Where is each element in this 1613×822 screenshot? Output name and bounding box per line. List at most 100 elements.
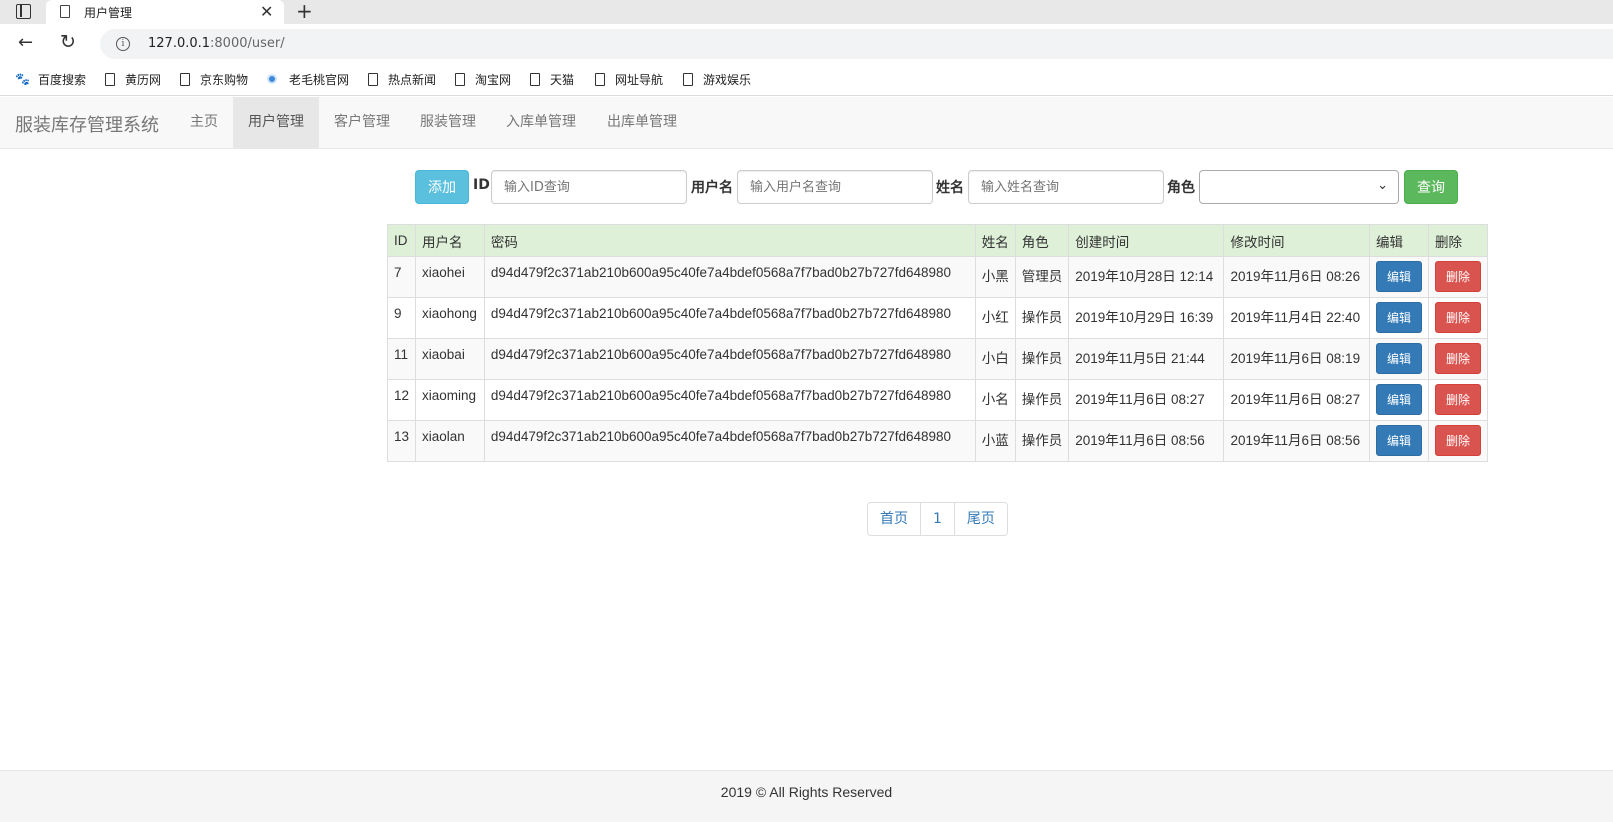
cell-name: 小白 [974,338,1016,380]
new-tab-icon[interactable]: + [296,0,313,23]
cell-username: xiaoming [415,379,485,421]
nav-item-outbound[interactable]: 出库单管理 [592,97,692,148]
cell-created: 2019年10月28日 12:14 [1068,256,1225,298]
page-icon [683,72,693,86]
cell-password: d94d479f2c371ab210b600a95c40fe7a4bdef056… [483,338,976,380]
cell-delete: 删除 [1427,420,1489,462]
page-last[interactable]: 尾页 [953,503,1007,535]
header-edit: 编辑 [1368,224,1429,257]
page-icon [455,72,465,86]
bookmark-item[interactable]: 游戏娱乐 [683,69,751,89]
delete-button[interactable]: 删除 [1434,302,1481,333]
cell-delete: 删除 [1427,297,1489,339]
edit-button[interactable]: 编辑 [1375,302,1422,333]
bookmark-item[interactable]: 老毛桃官网 [265,69,349,89]
cell-edit: 编辑 [1368,379,1429,421]
page-icon [105,72,115,86]
page-icon [368,72,378,86]
table-row: 13 xiaolan d94d479f2c371ab210b600a95c40f… [386,420,1489,462]
cell-role: 操作员 [1014,297,1070,339]
cell-created: 2019年11月6日 08:56 [1068,420,1225,462]
delete-button[interactable]: 删除 [1434,384,1481,415]
cell-password: d94d479f2c371ab210b600a95c40fe7a4bdef056… [483,379,976,421]
table-row: 12 xiaoming d94d479f2c371ab210b600a95c40… [386,379,1489,421]
baidu-paw-icon: 🐾 [15,71,30,86]
browser-tab[interactable]: 用户管理 ✕ [46,0,284,24]
cell-delete: 删除 [1427,379,1489,421]
browser-tabstrip: 用户管理 ✕ + [0,0,1613,24]
username-search-input[interactable] [737,170,933,204]
cell-modified: 2019年11月6日 08:26 [1223,256,1370,298]
cell-username: xiaohei [415,256,485,298]
cell-modified: 2019年11月6日 08:56 [1223,420,1370,462]
close-icon[interactable]: ✕ [260,2,273,21]
cell-created: 2019年11月5日 21:44 [1068,338,1225,380]
footer-text: 2019 © All Rights Reserved [720,784,893,800]
table-row: 11 xiaobai d94d479f2c371ab210b600a95c40f… [386,338,1489,380]
edit-button[interactable]: 编辑 [1375,384,1422,415]
delete-button[interactable]: 删除 [1434,261,1481,292]
window-menu-icon[interactable] [16,4,31,19]
chevron-down-icon: ⌄ [1377,178,1388,193]
url-input[interactable]: i 127.0.0.1:8000/user/ [100,29,1613,59]
name-search-input[interactable] [968,170,1164,204]
cell-username: xiaobai [415,338,485,380]
edit-button[interactable]: 编辑 [1375,261,1422,292]
add-button[interactable]: 添加 [415,170,469,204]
nav-item-users[interactable]: 用户管理 [233,97,319,148]
cell-id: 12 [386,379,417,421]
info-icon[interactable]: i [116,37,130,51]
delete-button[interactable]: 删除 [1434,343,1481,374]
header-password: 密码 [483,224,976,257]
nav-item-clothing[interactable]: 服装管理 [405,97,491,148]
username-label: 用户名 [691,180,733,196]
cell-id: 13 [386,420,417,462]
role-select[interactable]: ⌄ [1199,170,1399,204]
reload-icon[interactable]: ↻ [60,31,76,53]
bookmark-item[interactable]: 网址导航 [595,69,663,89]
id-search-input[interactable] [491,170,687,204]
cell-edit: 编辑 [1368,420,1429,462]
pagination: 首页 1 尾页 [867,502,1008,536]
bookmark-item[interactable]: 黄历网 [105,69,161,89]
cell-created: 2019年10月29日 16:39 [1068,297,1225,339]
bookmark-item[interactable]: 天猫 [530,69,574,89]
nav-item-home[interactable]: 主页 [175,97,233,148]
bookmarks-bar: 🐾 百度搜索 黄历网 京东购物 老毛桃官网 热点新闻 淘宝网 天猫 网址导航 游戏… [0,64,1613,96]
table-header-row: ID 用户名 密码 姓名 角色 创建时间 修改时间 编辑 删除 [386,224,1489,257]
cell-password: d94d479f2c371ab210b600a95c40fe7a4bdef056… [483,297,976,339]
page-first[interactable]: 首页 [868,503,920,535]
page-icon [180,72,190,86]
header-username: 用户名 [415,224,485,257]
page-icon [60,5,70,18]
edit-button[interactable]: 编辑 [1375,343,1422,374]
header-created: 创建时间 [1068,224,1225,257]
footer: 2019 © All Rights Reserved [0,770,1613,822]
cell-role: 管理员 [1014,256,1070,298]
address-bar-row: ← ↻ i 127.0.0.1:8000/user/ [0,24,1613,64]
user-table: ID 用户名 密码 姓名 角色 创建时间 修改时间 编辑 删除 7 xiaohe… [386,224,1489,462]
bookmark-item[interactable]: 热点新闻 [368,69,436,89]
nav-item-customers[interactable]: 客户管理 [319,97,405,148]
app-navbar: 服装库存管理系统 主页 用户管理 客户管理 服装管理 入库单管理 出库单管理 [0,97,1613,149]
cell-role: 操作员 [1014,420,1070,462]
page-icon [595,72,605,86]
bookmark-item[interactable]: 🐾 百度搜索 [15,69,86,89]
tab-title: 用户管理 [84,6,133,20]
cell-delete: 删除 [1427,338,1489,380]
nav-item-inbound[interactable]: 入库单管理 [491,97,591,148]
cell-name: 小蓝 [974,420,1016,462]
query-button[interactable]: 查询 [1404,170,1458,204]
page-icon [530,72,540,86]
cell-edit: 编辑 [1368,256,1429,298]
edit-button[interactable]: 编辑 [1375,425,1422,456]
back-icon[interactable]: ← [18,32,33,53]
cell-username: xiaohong [415,297,485,339]
role-label: 角色 [1167,180,1195,196]
page-current[interactable]: 1 [920,503,954,535]
delete-button[interactable]: 删除 [1434,425,1481,456]
bookmark-item[interactable]: 京东购物 [180,69,248,89]
header-role: 角色 [1014,224,1070,257]
brand-link[interactable]: 服装库存管理系统 [15,111,159,137]
bookmark-item[interactable]: 淘宝网 [455,69,511,89]
